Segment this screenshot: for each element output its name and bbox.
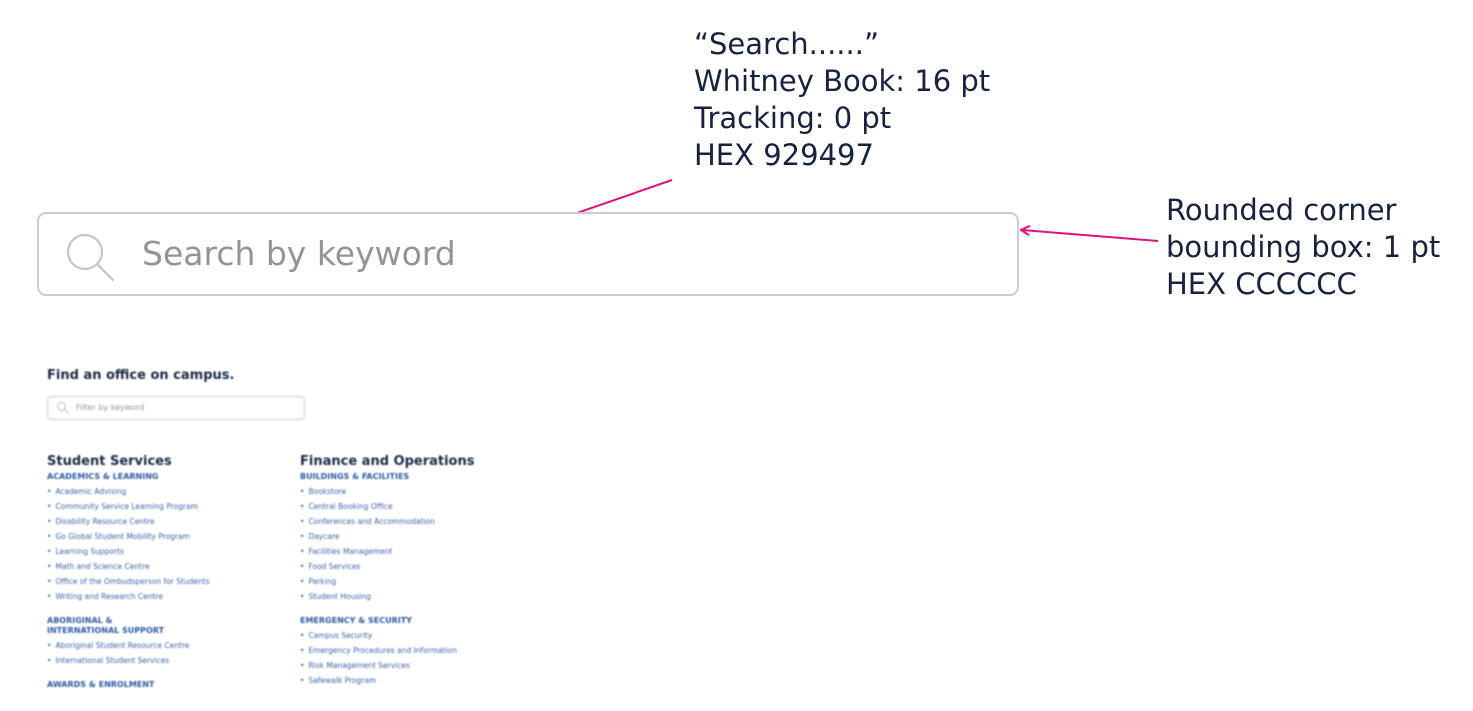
placeholder-annotation: “Search......” Whitney Book: 16 pt Track…	[694, 26, 990, 174]
list-item[interactable]: Disability Resource Centre	[47, 514, 287, 529]
column-student-services: Student Services ACADEMICS & LEARNING Ac…	[47, 454, 287, 702]
list-item[interactable]: Conferences and Accommodation	[300, 514, 540, 529]
directory-heading: Find an office on campus.	[47, 368, 235, 383]
list-item[interactable]: Learning Supports	[47, 544, 287, 559]
group-awards: AWARDS & ENROLMENT	[47, 680, 287, 690]
list-item[interactable]: Campus Security	[300, 628, 540, 643]
border-arrow	[1022, 230, 1159, 242]
search-icon	[66, 233, 115, 282]
list-item[interactable]: Writing and Research Centre	[47, 589, 287, 604]
list-item[interactable]: Aboriginal Student Resource Centre	[47, 638, 287, 653]
list-item[interactable]: Food Services	[300, 559, 540, 574]
annotation-line: bounding box: 1 pt	[1166, 230, 1441, 264]
list-item[interactable]: Emergency Procedures and Information	[300, 643, 540, 658]
list-item[interactable]: Community Service Learning Program	[47, 499, 287, 514]
list-item[interactable]: International Student Services	[47, 653, 287, 668]
column-finance-operations: Finance and Operations BUILDINGS & FACIL…	[300, 454, 540, 700]
column-title: Student Services	[47, 454, 172, 469]
list-item[interactable]: Parking	[300, 574, 540, 589]
group-title: AWARDS & ENROLMENT	[47, 680, 155, 689]
box-annotation: Rounded corner bounding box: 1 pt HEX CC…	[1166, 192, 1440, 303]
list-item[interactable]: Facilities Management	[300, 544, 540, 559]
annotation-line: Whitney Book: 16 pt	[694, 64, 991, 98]
group-emergency: EMERGENCY & SECURITY Campus Security Eme…	[300, 616, 540, 688]
column-title: Finance and Operations	[300, 454, 475, 469]
annotation-line: Tracking: 0 pt	[694, 101, 892, 135]
list-item[interactable]: Risk Management Services	[300, 658, 540, 673]
annotation-line: HEX CCCCCC	[1166, 267, 1357, 301]
search-icon	[57, 402, 69, 414]
group-academics: ACADEMICS & LEARNING Academic Advising C…	[47, 472, 287, 604]
list-item[interactable]: Math and Science Centre	[47, 559, 287, 574]
list-item[interactable]: Daycare	[300, 529, 540, 544]
group-buildings: BUILDINGS & FACILITIES Bookstore Central…	[300, 472, 540, 604]
list-item[interactable]: Go Global Student Mobility Program	[47, 529, 287, 544]
list-item[interactable]: Student Housing	[300, 589, 540, 604]
group-title: EMERGENCY & SECURITY	[300, 616, 412, 625]
annotation-line: Rounded corner	[1166, 193, 1397, 227]
list-item[interactable]: Academic Advising	[47, 484, 287, 499]
group-title: ABORIGINAL & INTERNATIONAL SUPPORT	[47, 616, 165, 635]
annotation-line: “Search......”	[694, 27, 879, 61]
group-title: ACADEMICS & LEARNING	[47, 472, 159, 481]
list-item[interactable]: Bookstore	[300, 484, 540, 499]
list-item[interactable]: Safewalk Program	[300, 673, 540, 688]
filter-placeholder: Filter by keyword	[76, 403, 145, 412]
list-item[interactable]: Office of the Ombudsperson for Students	[47, 574, 287, 589]
search-placeholder: Search by keyword	[142, 234, 456, 273]
list-item[interactable]: Central Booking Office	[300, 499, 540, 514]
group-aboriginal-international: ABORIGINAL & INTERNATIONAL SUPPORT Abori…	[47, 616, 287, 668]
annotation-line: HEX 929497	[694, 138, 874, 172]
filter-input[interactable]: Filter by keyword	[47, 396, 305, 420]
office-directory-preview: Find an office on campus. Filter by keyw…	[47, 368, 607, 711]
group-title: BUILDINGS & FACILITIES	[300, 472, 410, 481]
search-input[interactable]: Search by keyword	[37, 212, 1019, 296]
